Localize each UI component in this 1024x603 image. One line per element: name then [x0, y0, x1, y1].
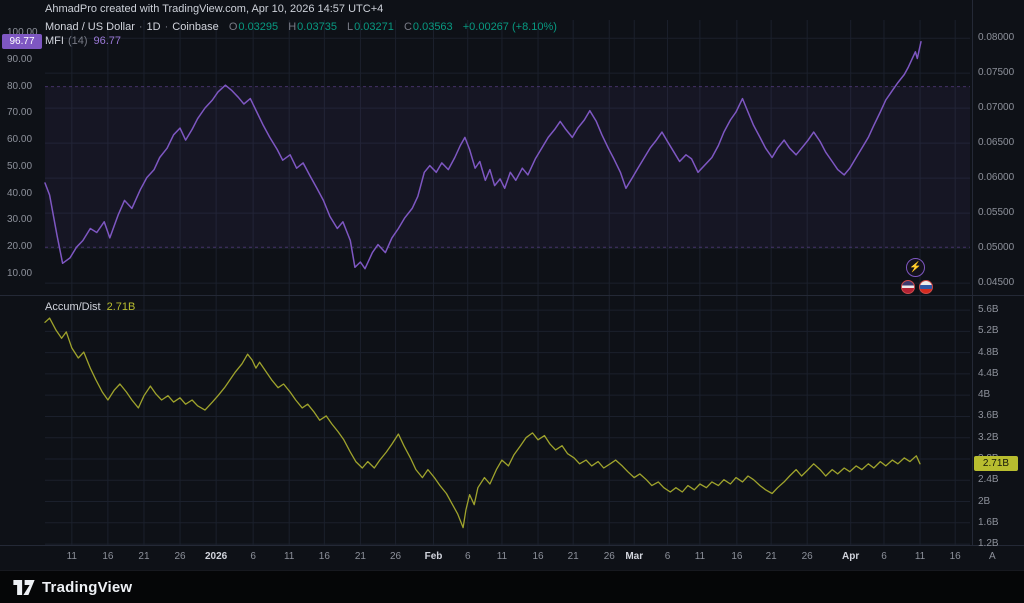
- open-label: O: [229, 21, 238, 33]
- attribution: AhmadPro created with TradingView.com, A…: [45, 3, 383, 15]
- axis-tick-label: 5.2B: [978, 324, 999, 338]
- time-tick-label: 16: [933, 551, 977, 562]
- tradingview-wordmark: TradingView: [42, 579, 132, 596]
- symbol-title[interactable]: Monad / US Dollar: [45, 21, 135, 33]
- axis-tick-label: 0.07500: [978, 66, 1014, 80]
- legend-separator: ·: [139, 21, 143, 33]
- mfi-indicator-legend[interactable]: MFI (14) 96.77: [45, 35, 121, 47]
- axis-tick-label: 2.4B: [978, 473, 999, 487]
- mfi-name[interactable]: MFI: [45, 35, 64, 47]
- axis-tick-label: 70.00: [7, 106, 32, 120]
- lightning-glyph: ⚡: [909, 262, 921, 273]
- axis-tick-label: 0.06500: [978, 136, 1014, 150]
- mfi-params: (14): [68, 35, 88, 47]
- legend-separator: ·: [165, 21, 169, 33]
- accdist-line[interactable]: [45, 318, 920, 527]
- axis-tick-label: 3.6B: [978, 409, 999, 423]
- high-label: H: [288, 21, 296, 33]
- change-value: +0.00267 (+8.10%): [463, 21, 557, 33]
- axis-tick-label: 1.6B: [978, 516, 999, 530]
- tradingview-chart-window: AhmadPro created with TradingView.com, A…: [0, 0, 1024, 603]
- lightning-icon[interactable]: ⚡: [906, 258, 925, 277]
- axis-tick-label: 4.8B: [978, 346, 999, 360]
- accdist-last-value-badge: 2.71B: [974, 456, 1018, 471]
- close-value: 0.03563: [413, 21, 453, 33]
- low-value: 0.03271: [354, 21, 394, 33]
- axis-tick-label: 80.00: [7, 80, 32, 94]
- axis-tick-label: 0.04500: [978, 276, 1014, 290]
- time-scale[interactable]: 111621262026611162126Feb611162126Mar6111…: [0, 545, 1024, 570]
- axis-tick-label: 60.00: [7, 133, 32, 147]
- low-label: L: [347, 21, 353, 33]
- mfi-value: 96.77: [94, 35, 122, 47]
- accdist-name[interactable]: Accum/Dist: [45, 301, 101, 313]
- tradingview-logo-icon: [13, 580, 35, 595]
- flag-icon-1[interactable]: [901, 280, 915, 294]
- axis-tick-label: 2B: [978, 495, 990, 509]
- axis-tick-label: 90.00: [7, 53, 32, 67]
- accdist-indicator-legend[interactable]: Accum/Dist 2.71B: [45, 301, 135, 313]
- axis-tick-label: 5.6B: [978, 303, 999, 317]
- axis-tick-label: 0.05500: [978, 206, 1014, 220]
- axis-tick-label: 3.2B: [978, 431, 999, 445]
- axis-corner-button[interactable]: A: [989, 551, 996, 562]
- axis-tick-label: 0.08000: [978, 31, 1014, 45]
- exchange-label: Coinbase: [172, 21, 218, 33]
- accdist-value: 2.71B: [107, 301, 136, 313]
- time-tick-label: 26: [785, 551, 829, 562]
- axis-tick-label: 40.00: [7, 187, 32, 201]
- axis-tick-label: 30.00: [7, 213, 32, 227]
- open-value: 0.03295: [238, 21, 278, 33]
- mfi-last-value-badge: 96.77: [2, 34, 42, 49]
- axis-tick-label: 50.00: [7, 160, 32, 174]
- symbol-legend[interactable]: Monad / US Dollar·1D·Coinbase O0.03295 H…: [45, 21, 557, 33]
- axis-tick-label: 0.06000: [978, 171, 1014, 185]
- flag-icon-2[interactable]: [919, 280, 933, 294]
- axis-tick-label: 0.05000: [978, 241, 1014, 255]
- bottom-toolbar: TradingView: [0, 570, 1024, 603]
- close-label: C: [404, 21, 412, 33]
- tradingview-brand[interactable]: TradingView: [13, 579, 132, 596]
- axis-tick-label: 20.00: [7, 240, 32, 254]
- mfi-band: [45, 87, 970, 248]
- interval-label[interactable]: 1D: [147, 21, 161, 33]
- axis-tick-label: 4.4B: [978, 367, 999, 381]
- chart-canvas[interactable]: [0, 0, 1024, 570]
- axis-tick-label: 10.00: [7, 267, 32, 281]
- high-value: 0.03735: [297, 21, 337, 33]
- axis-tick-label: 4B: [978, 388, 990, 402]
- pane-separator[interactable]: [0, 295, 1024, 296]
- axis-tick-label: 0.07000: [978, 101, 1014, 115]
